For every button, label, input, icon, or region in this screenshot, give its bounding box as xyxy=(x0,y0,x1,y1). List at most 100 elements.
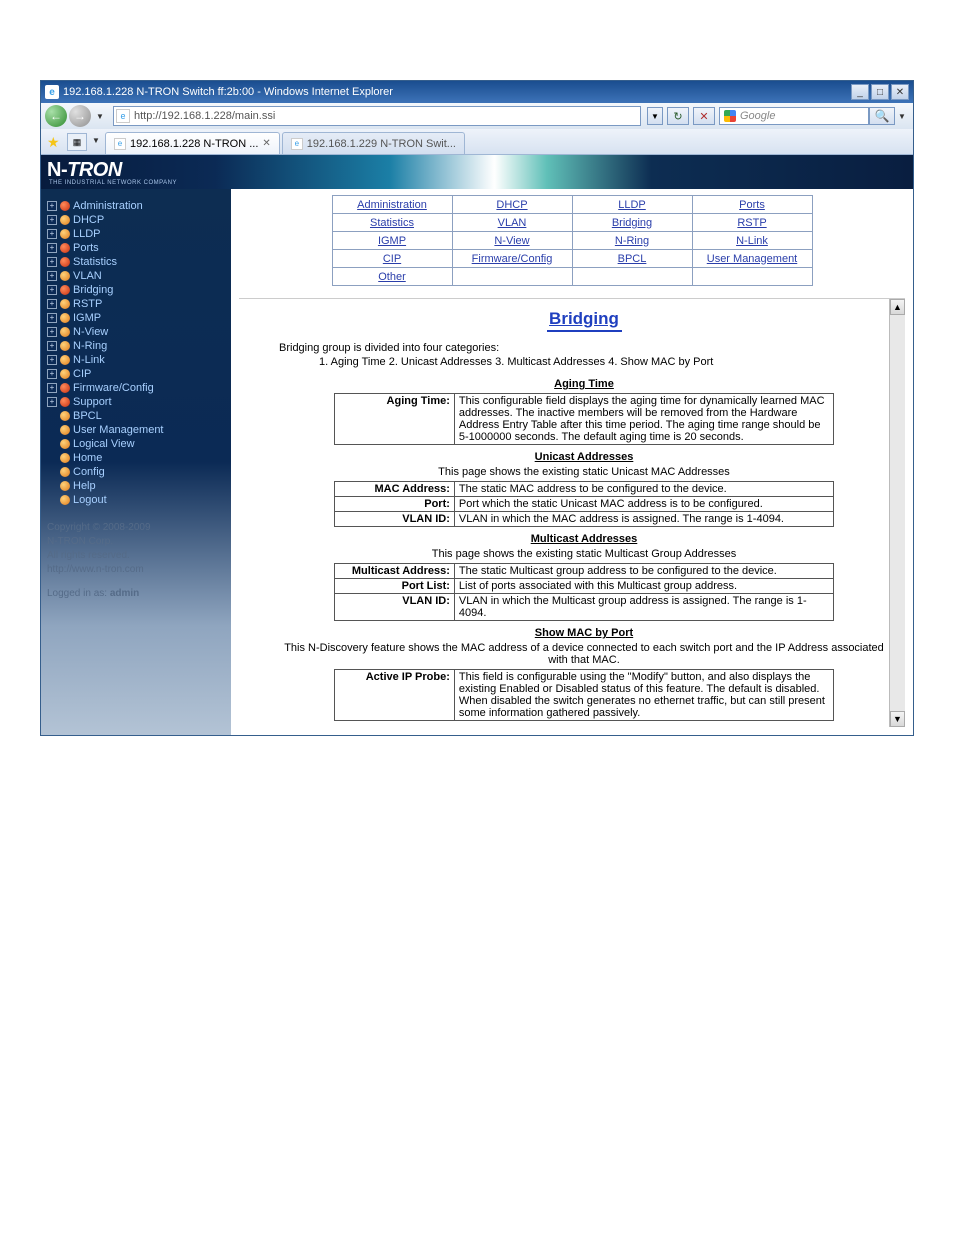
search-dropdown[interactable]: ▼ xyxy=(895,105,909,127)
maximize-button[interactable]: □ xyxy=(871,84,889,100)
tab-inactive[interactable]: e 192.168.1.229 N-TRON Swit... xyxy=(282,132,465,154)
tab-close-icon[interactable]: ✕ xyxy=(262,138,270,149)
sidebar-item-n-view[interactable]: +N-View xyxy=(47,325,225,339)
help-link-statistics[interactable]: Statistics xyxy=(370,217,414,229)
help-link-n-link[interactable]: N-Link xyxy=(736,235,768,247)
help-link-rstp[interactable]: RSTP xyxy=(737,217,766,229)
expander-icon[interactable]: + xyxy=(47,313,57,323)
stop-button[interactable]: ✕ xyxy=(693,107,715,125)
expander-icon[interactable]: + xyxy=(47,257,57,267)
section-showmac-title: Show MAC by Port xyxy=(279,627,889,639)
sidebar-item-bridging[interactable]: +Bridging xyxy=(47,283,225,297)
bullet-icon xyxy=(60,369,70,379)
sidebar-item-igmp[interactable]: +IGMP xyxy=(47,311,225,325)
help-link-n-ring[interactable]: N-Ring xyxy=(615,235,649,247)
expander-icon[interactable]: + xyxy=(47,201,57,211)
expander-icon[interactable]: + xyxy=(47,271,57,281)
section-aging-title: Aging Time xyxy=(279,378,889,390)
expander-icon[interactable]: + xyxy=(47,397,57,407)
help-link-administration[interactable]: Administration xyxy=(357,199,427,211)
bullet-icon xyxy=(60,299,70,309)
help-link-other[interactable]: Other xyxy=(378,271,406,283)
help-link-vlan[interactable]: VLAN xyxy=(498,217,527,229)
vertical-scrollbar[interactable]: ▲ ▼ xyxy=(889,299,905,727)
tab-strip: ★ ▦ ▼ e 192.168.1.228 N-TRON ... ✕ e 192… xyxy=(41,129,913,155)
expander-icon[interactable]: + xyxy=(47,285,57,295)
sidebar-item-administration[interactable]: +Administration xyxy=(47,199,225,213)
sidebar-item-ports[interactable]: +Ports xyxy=(47,241,225,255)
tab-active[interactable]: e 192.168.1.228 N-TRON ... ✕ xyxy=(105,132,280,154)
sidebar-item-dhcp[interactable]: +DHCP xyxy=(47,213,225,227)
favorites-icon[interactable]: ★ xyxy=(47,134,63,150)
expander-icon[interactable]: + xyxy=(47,341,57,351)
grid-cell xyxy=(572,268,692,286)
sidebar-item-config[interactable]: Config xyxy=(47,465,225,479)
def-value: This field is configurable using the "Mo… xyxy=(454,670,833,721)
sidebar-item-n-ring[interactable]: +N-Ring xyxy=(47,339,225,353)
expander-icon[interactable]: + xyxy=(47,355,57,365)
grid-cell: BPCL xyxy=(572,250,692,268)
def-key: VLAN ID: xyxy=(334,512,454,527)
bullet-icon xyxy=(60,229,70,239)
search-button[interactable]: 🔍 xyxy=(869,107,895,125)
help-link-user-management[interactable]: User Management xyxy=(707,253,798,265)
expander-icon[interactable]: + xyxy=(47,229,57,239)
sidebar-item-bpcl[interactable]: BPCL xyxy=(47,409,225,423)
expander-icon[interactable]: + xyxy=(47,327,57,337)
tab-label: 192.168.1.229 N-TRON Swit... xyxy=(307,138,456,150)
scroll-up-icon[interactable]: ▲ xyxy=(890,299,905,315)
search-input[interactable]: Google xyxy=(719,107,869,125)
help-link-lldp[interactable]: LLDP xyxy=(618,199,646,211)
sidebar-item-n-link[interactable]: +N-Link xyxy=(47,353,225,367)
def-value: The static MAC address to be configured … xyxy=(454,482,833,497)
help-link-bridging[interactable]: Bridging xyxy=(612,217,652,229)
quicktabs-button[interactable]: ▦ xyxy=(67,133,87,151)
expander-icon[interactable]: + xyxy=(47,299,57,309)
sidebar-item-vlan[interactable]: +VLAN xyxy=(47,269,225,283)
logo: N-TRON xyxy=(47,159,177,182)
def-key: VLAN ID: xyxy=(334,594,454,621)
address-dropdown[interactable]: ▼ xyxy=(647,107,663,125)
sidebar-item-statistics[interactable]: +Statistics xyxy=(47,255,225,269)
sidebar-item-logical-view[interactable]: Logical View xyxy=(47,437,225,451)
section-unicast-title: Unicast Addresses xyxy=(279,451,889,463)
bullet-icon xyxy=(60,453,70,463)
quicktabs-dropdown[interactable]: ▼ xyxy=(89,129,103,151)
help-link-n-view[interactable]: N-View xyxy=(494,235,529,247)
help-link-ports[interactable]: Ports xyxy=(739,199,765,211)
sidebar-item-lldp[interactable]: +LLDP xyxy=(47,227,225,241)
sidebar-item-user-management[interactable]: User Management xyxy=(47,423,225,437)
help-link-cip[interactable]: CIP xyxy=(383,253,401,265)
help-link-bpcl[interactable]: BPCL xyxy=(618,253,647,265)
multicast-desc: This page shows the existing static Mult… xyxy=(279,548,889,560)
scroll-down-icon[interactable]: ▼ xyxy=(890,711,905,727)
grid-cell: Ports xyxy=(692,196,812,214)
sidebar-item-rstp[interactable]: +RSTP xyxy=(47,297,225,311)
help-link-dhcp[interactable]: DHCP xyxy=(496,199,527,211)
minimize-button[interactable]: _ xyxy=(851,84,869,100)
sidebar-item-label: Help xyxy=(73,480,96,492)
sidebar-item-cip[interactable]: +CIP xyxy=(47,367,225,381)
ie-icon: e xyxy=(45,85,59,99)
sidebar-item-firmware-config[interactable]: +Firmware/Config xyxy=(47,381,225,395)
sidebar-item-support[interactable]: +Support xyxy=(47,395,225,409)
logo-subtitle: THE INDUSTRIAL NETWORK COMPANY xyxy=(47,180,177,186)
address-bar[interactable]: e http://192.168.1.228/main.ssi xyxy=(113,106,641,126)
expander-icon xyxy=(47,453,57,463)
refresh-button[interactable]: ↻ xyxy=(667,107,689,125)
def-value: This configurable field displays the agi… xyxy=(454,394,833,445)
back-button[interactable]: ← xyxy=(45,105,67,127)
expander-icon[interactable]: + xyxy=(47,383,57,393)
sidebar-item-logout[interactable]: Logout xyxy=(47,493,225,507)
expander-icon[interactable]: + xyxy=(47,243,57,253)
sidebar-item-help[interactable]: Help xyxy=(47,479,225,493)
help-link-igmp[interactable]: IGMP xyxy=(378,235,406,247)
expander-icon[interactable]: + xyxy=(47,215,57,225)
history-dropdown[interactable]: ▼ xyxy=(93,105,107,127)
help-link-firmware-config[interactable]: Firmware/Config xyxy=(472,253,553,265)
sidebar-item-home[interactable]: Home xyxy=(47,451,225,465)
forward-button[interactable]: → xyxy=(69,105,91,127)
expander-icon[interactable]: + xyxy=(47,369,57,379)
window-titlebar: e 192.168.1.228 N-TRON Switch ff:2b:00 -… xyxy=(41,81,913,103)
close-button[interactable]: ✕ xyxy=(891,84,909,100)
